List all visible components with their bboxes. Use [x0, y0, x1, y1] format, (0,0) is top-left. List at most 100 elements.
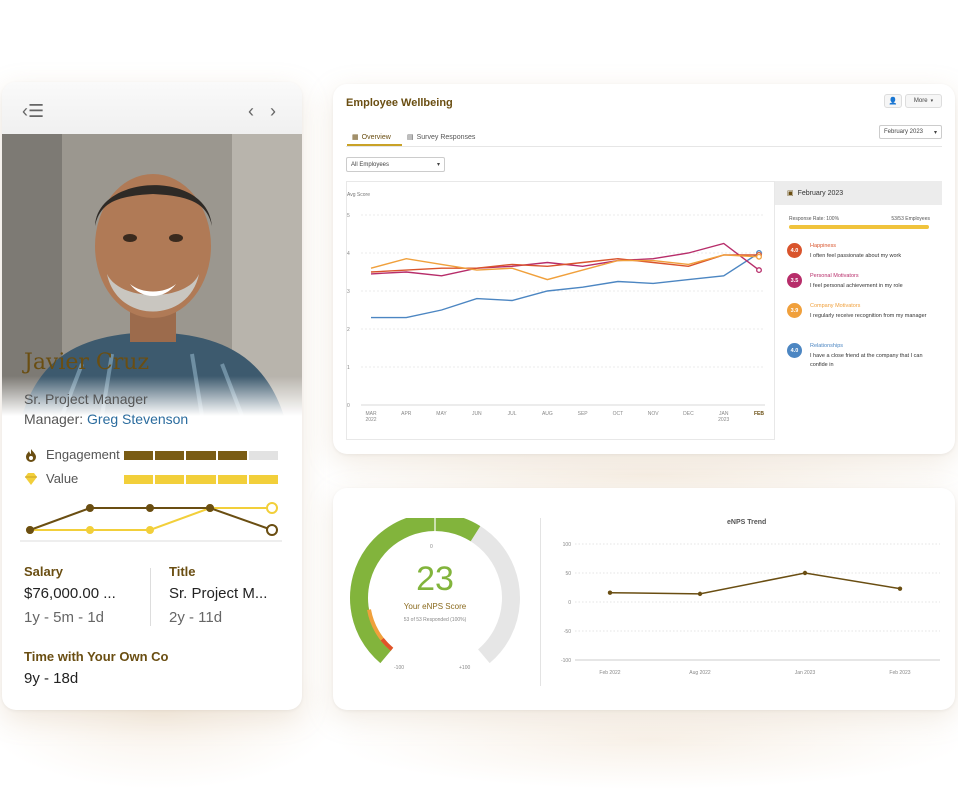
y-tick-label: 1 [347, 365, 350, 371]
x-tick-label: JUL [508, 411, 517, 417]
value-metric: Value [24, 471, 78, 486]
x-tick-label: MAY [436, 411, 447, 417]
value-segment [186, 475, 216, 484]
wellbeing-title: Employee Wellbeing [346, 97, 453, 109]
question-text: I regularly receive recognition from my … [810, 313, 927, 319]
engagement-segment [186, 451, 216, 460]
value-trend-point [146, 526, 154, 534]
salary-tenure: 1y - 5m - 1d [24, 609, 105, 626]
question-text: I feel personal achievement in my role [810, 283, 903, 289]
enps-y-tick-label: -50 [564, 629, 571, 635]
x-tick-label: NOV [648, 411, 660, 417]
enps-point[interactable] [607, 590, 613, 595]
salary-label: Salary [24, 564, 64, 579]
employee-filter-select[interactable]: All Employees ▾ [346, 157, 445, 172]
period-select[interactable]: February 2023 ▾ [879, 125, 942, 139]
profile-card-toolbar: ‹☰ ‹ › [2, 82, 302, 134]
y-tick-label: 4 [347, 251, 350, 257]
engagement-trend-point [146, 504, 154, 512]
enps-divider [540, 518, 541, 686]
more-button[interactable]: More ▾ [905, 94, 942, 108]
y-tick-label: 0 [347, 403, 350, 409]
enps-trend-chart: 100 50 0 -50 -100 Feb 2022 Aug 2022 Jan 2023 Feb… [561, 542, 940, 676]
survey-icon: ▤ [407, 134, 414, 141]
engagement-label: Engagement [46, 447, 120, 462]
enps-point[interactable] [802, 570, 808, 576]
engagement-segment [217, 451, 247, 460]
value-segment [248, 475, 278, 484]
tab-survey-responses[interactable]: ▤ Survey Responses [407, 133, 476, 142]
x-tick-label: FEB [754, 411, 764, 417]
series-endpoint-1[interactable] [756, 267, 762, 274]
question-text: I often feel passionate about my work [810, 253, 902, 259]
add-user-icon: 👤 [888, 98, 898, 105]
y-tick-label: 3 [347, 289, 350, 295]
engagement-trend-point [206, 504, 214, 512]
manager-prefix: Manager: [24, 411, 84, 427]
employee-filter-value: All Employees [351, 161, 390, 168]
tab-overview[interactable]: ▦ Overview [352, 133, 391, 142]
more-label: More [913, 98, 928, 104]
engagement-trend-point [26, 526, 34, 534]
time-with-company-label: Time with Your Own Co [24, 649, 169, 664]
value-trend-point [266, 502, 278, 514]
series-line-3 [370, 254, 760, 281]
engagement-segment [124, 451, 154, 460]
series-line-2 [370, 254, 759, 273]
employee-name: Javier Cruz [24, 350, 150, 375]
value-segment [124, 475, 154, 484]
chevron-right-icon[interactable]: › [270, 102, 276, 120]
category-label: Happiness [810, 243, 836, 249]
diamond-icon [25, 472, 37, 485]
salary-value: $76,000.00 ... [24, 585, 116, 602]
employee-manager: Manager: Greg Stevenson [24, 411, 188, 427]
engagement-trend-point [266, 524, 278, 536]
enps-score-label: Your eNPS Score [403, 602, 467, 611]
wellbeing-line-chart: Avg Score012345MAR2022APR MAY JUN JUL AUG SEP… [347, 192, 765, 423]
add-user-button[interactable]: 👤 [884, 94, 902, 108]
engagement-trend-point [86, 504, 94, 512]
enps-y-tick-label: -100 [561, 658, 571, 664]
calendar-icon: ▣ [787, 190, 794, 197]
tab-survey-label: Survey Responses [416, 133, 476, 141]
response-count: 53/53 Employees [891, 216, 930, 222]
title-label: Title [169, 564, 196, 579]
series-line-1 [370, 242, 760, 277]
enps-responded: 53 of 53 Responded (100%) [403, 617, 467, 623]
enps-point[interactable] [697, 591, 703, 597]
enps-y-tick-label: 50 [565, 571, 571, 577]
x-tick-label: APR [401, 411, 412, 417]
x-tick-label: 2022 [365, 417, 376, 423]
value-label: Value [46, 471, 79, 486]
summary-header: ▣ February 2023 [775, 181, 942, 205]
month-summary-panel: ▣ February 2023 Response Rate: 100% 53/5… [774, 181, 942, 440]
x-tick-label: DEC [683, 411, 694, 417]
x-tick-label: SEP [578, 411, 589, 417]
manager-link[interactable]: Greg Stevenson [87, 411, 188, 427]
category-label: Company Motivators [810, 303, 861, 309]
overview-icon: ▦ [352, 134, 359, 141]
enps-x-tick-label: Aug 2022 [689, 670, 711, 676]
engagement-segment [155, 451, 185, 460]
category-label: Personal Motivators [810, 273, 859, 279]
enps-score: 23 [416, 560, 454, 598]
score-badge: 3.5 [787, 273, 802, 288]
chevron-left-icon[interactable]: ‹ [248, 102, 254, 120]
y-tick-label: 2 [347, 327, 350, 333]
tab-overview-label: Overview [361, 133, 391, 141]
score-badge: 4.0 [787, 243, 802, 258]
field-divider [150, 568, 151, 626]
response-rate: Response Rate: 100% [789, 216, 840, 222]
x-tick-label: AUG [542, 411, 553, 417]
summary-title: February 2023 [797, 189, 844, 197]
engagement-metric: Engagement [24, 447, 120, 462]
flame-icon [26, 448, 36, 462]
collapse-list-icon[interactable]: ‹☰ [22, 102, 44, 120]
employee-role: Sr. Project Manager [24, 391, 148, 407]
employee-wellbeing-card: Employee Wellbeing 👤 More ▾ ▦ Overview ▤… [333, 84, 955, 454]
engagement-bar [124, 451, 278, 460]
enps-x-tick-label: Jan 2023 [795, 670, 816, 676]
series-endpoint-3[interactable] [756, 253, 762, 260]
enps-trend-title: eNPS Trend [727, 519, 767, 526]
enps-point[interactable] [897, 586, 903, 591]
